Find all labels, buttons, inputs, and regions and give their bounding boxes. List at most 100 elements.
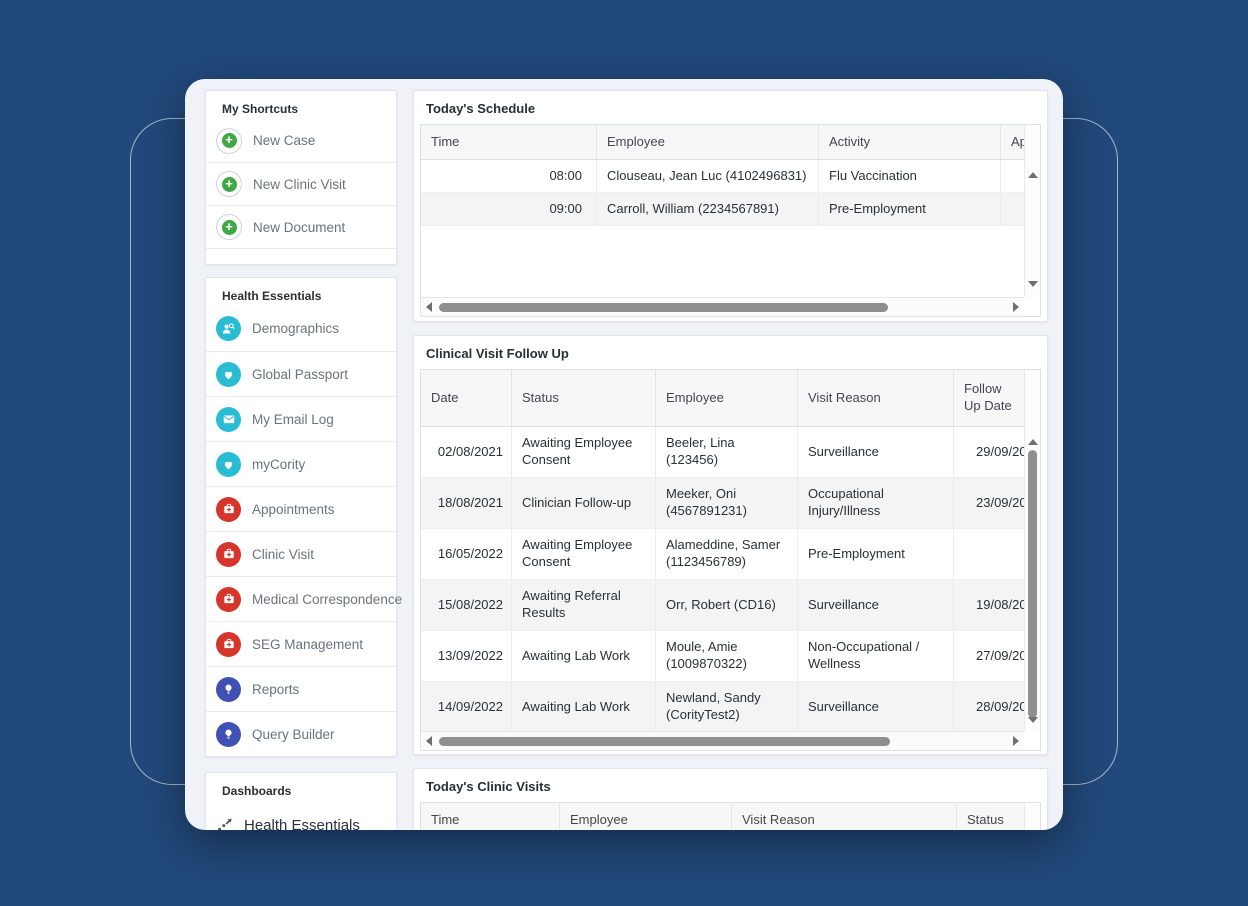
sidebar-item-clinic-visit[interactable]: Clinic Visit xyxy=(206,531,396,576)
sidebar-item-demographics[interactable]: Demographics xyxy=(206,306,396,351)
column-header-time[interactable]: Time xyxy=(421,125,597,159)
table-cell: Awaiting Employee Consent xyxy=(512,529,656,579)
table-cell: Awaiting Lab Work xyxy=(512,631,656,681)
sidebar-section-dashboards: Dashboards Health Essentials xyxy=(205,772,397,830)
scrollbar-thumb[interactable] xyxy=(1028,450,1037,718)
sidebar-item-appointments[interactable]: Appointments xyxy=(206,486,396,531)
sidebar-item-new-case[interactable]: + New Case xyxy=(206,119,396,162)
table-row[interactable]: 16/05/2022Awaiting Employee ConsentAlame… xyxy=(421,529,1024,580)
scroll-left-arrow[interactable] xyxy=(426,736,432,746)
sidebar-item-label: New Clinic Visit xyxy=(253,177,346,192)
panel-todays-schedule: Today's Schedule Time Employee Activity … xyxy=(413,90,1048,322)
column-header-date[interactable]: Date xyxy=(421,370,512,426)
sidebar-item-query-builder[interactable]: Query Builder xyxy=(206,711,396,756)
column-header-time[interactable]: Time xyxy=(421,803,560,830)
scroll-right-arrow[interactable] xyxy=(1013,302,1019,312)
vertical-scrollbar xyxy=(1024,803,1040,830)
table-row[interactable]: 02/08/2021Awaiting Employee ConsentBeele… xyxy=(421,427,1024,478)
trend-chart-icon xyxy=(216,816,234,830)
table-cell: Newland, Sandy (CorityTest2) xyxy=(656,682,798,732)
table-row[interactable]: 08:00Clouseau, Jean Luc (4102496831)Flu … xyxy=(421,160,1024,193)
heart-icon xyxy=(216,452,241,477)
table-row[interactable]: 15/08/2022Awaiting Referral ResultsOrr, … xyxy=(421,580,1024,631)
table-cell: Carroll, William (2234567891) xyxy=(597,193,819,225)
sidebar-item-global-passport[interactable]: Global Passport xyxy=(206,351,396,396)
column-header-employee[interactable]: Employee xyxy=(597,125,819,159)
column-header-ap[interactable]: Ap xyxy=(1001,125,1024,159)
panel-title: Today's Schedule xyxy=(414,91,1047,124)
sidebar-item-label: Health Essentials xyxy=(244,817,360,831)
sidebar-item-new-clinic-visit[interactable]: + New Clinic Visit xyxy=(206,162,396,205)
column-header-employee[interactable]: Employee xyxy=(656,370,798,426)
table-row[interactable]: 18/08/2021Clinician Follow-upMeeker, Oni… xyxy=(421,478,1024,529)
table-cell: 15/08/2022 xyxy=(421,580,512,630)
sidebar-item-seg-management[interactable]: SEG Management xyxy=(206,621,396,666)
table-cell: Surveillance xyxy=(798,427,954,477)
table-cell: 18/08/2021 xyxy=(421,478,512,528)
panel-clinical-visit-follow-up: Clinical Visit Follow Up Date Status Emp… xyxy=(413,335,1048,755)
panel-title: Clinical Visit Follow Up xyxy=(414,336,1047,369)
card-footer xyxy=(206,248,396,264)
table-body: 02/08/2021Awaiting Employee ConsentBeele… xyxy=(421,427,1024,733)
table-cell: 14/09/2022 xyxy=(421,682,512,732)
table-cell: Meeker, Oni (4567891231) xyxy=(656,478,798,528)
table-cell: Surveillance xyxy=(798,580,954,630)
table-cell: 16/05/2022 xyxy=(421,529,512,579)
sidebar-item-reports[interactable]: Reports xyxy=(206,666,396,711)
column-header-visit-reason[interactable]: Visit Reason xyxy=(732,803,957,830)
heart-icon xyxy=(216,362,241,387)
sidebar-item-label: myCority xyxy=(252,457,305,472)
table-row[interactable]: 14/09/2022Awaiting Lab WorkNewland, Sand… xyxy=(421,682,1024,733)
table-header-row: Time Employee Visit Reason Status xyxy=(421,803,1024,830)
column-header-visit-reason[interactable]: Visit Reason xyxy=(798,370,954,426)
section-title: Health Essentials xyxy=(206,278,396,306)
desktop-background: My Shortcuts + New Case + New Clinic Vis… xyxy=(0,0,1248,906)
scroll-left-arrow[interactable] xyxy=(426,302,432,312)
sidebar-item-mycority[interactable]: myCority xyxy=(206,441,396,486)
scroll-right-arrow[interactable] xyxy=(1013,736,1019,746)
sidebar-item-label: New Case xyxy=(253,133,315,148)
sidebar-item-label: Appointments xyxy=(252,502,335,517)
scrollbar-thumb[interactable] xyxy=(439,303,888,312)
vertical-scrollbar xyxy=(1024,370,1040,731)
column-header-activity[interactable]: Activity xyxy=(819,125,1001,159)
sidebar-item-label: SEG Management xyxy=(252,637,363,652)
table-cell xyxy=(954,529,1024,579)
table-cell: 13/09/2022 xyxy=(421,631,512,681)
person-search-icon xyxy=(216,316,241,341)
sidebar-item-medical-correspondence[interactable]: Medical Correspondence xyxy=(206,576,396,621)
add-icon: + xyxy=(216,128,242,154)
column-header-employee[interactable]: Employee xyxy=(560,803,732,830)
column-header-follow-up-date[interactable]: Follow Up Date xyxy=(954,370,1024,426)
table-cell: Awaiting Employee Consent xyxy=(512,427,656,477)
scroll-down-arrow[interactable] xyxy=(1028,281,1038,287)
column-header-status[interactable]: Status xyxy=(512,370,656,426)
table-cell: 09:00 xyxy=(421,193,597,225)
lightbulb-icon xyxy=(216,677,241,702)
sidebar-item-new-document[interactable]: + New Document xyxy=(206,205,396,248)
table-header-row: Date Status Employee Visit Reason Follow… xyxy=(421,370,1024,427)
sidebar-item-label: Reports xyxy=(252,682,299,697)
table-cell xyxy=(1001,193,1024,225)
sidebar-item-label: Global Passport xyxy=(252,367,348,382)
scroll-down-arrow[interactable] xyxy=(1028,717,1038,723)
add-icon: + xyxy=(216,171,242,197)
sidebar-section-health-essentials: Health Essentials Demographics xyxy=(205,277,397,757)
table-cell: 08:00 xyxy=(421,160,597,192)
sidebar-item-label: Query Builder xyxy=(252,727,335,742)
sidebar-item-dashboard-health-essentials[interactable]: Health Essentials xyxy=(206,801,396,830)
table-cell: Beeler, Lina (123456) xyxy=(656,427,798,477)
app-window: My Shortcuts + New Case + New Clinic Vis… xyxy=(185,79,1063,830)
table-row[interactable]: 09:00Carroll, William (2234567891)Pre-Em… xyxy=(421,193,1024,226)
table-row[interactable]: 13/09/2022Awaiting Lab WorkMoule, Amie (… xyxy=(421,631,1024,682)
sidebar-item-label: My Email Log xyxy=(252,412,334,427)
panel-todays-clinic-visits: Today's Clinic Visits Time Employee Visi… xyxy=(413,768,1048,830)
scrollbar-thumb[interactable] xyxy=(439,737,890,746)
scroll-up-arrow[interactable] xyxy=(1028,172,1038,178)
column-header-status[interactable]: Status xyxy=(957,803,1024,830)
sidebar-item-my-email-log[interactable]: My Email Log xyxy=(206,396,396,441)
table-cell: Surveillance xyxy=(798,682,954,732)
schedule-table: Time Employee Activity Ap 08:00Clouseau,… xyxy=(420,124,1041,317)
scroll-up-arrow[interactable] xyxy=(1028,439,1038,445)
medical-bag-icon xyxy=(216,542,241,567)
